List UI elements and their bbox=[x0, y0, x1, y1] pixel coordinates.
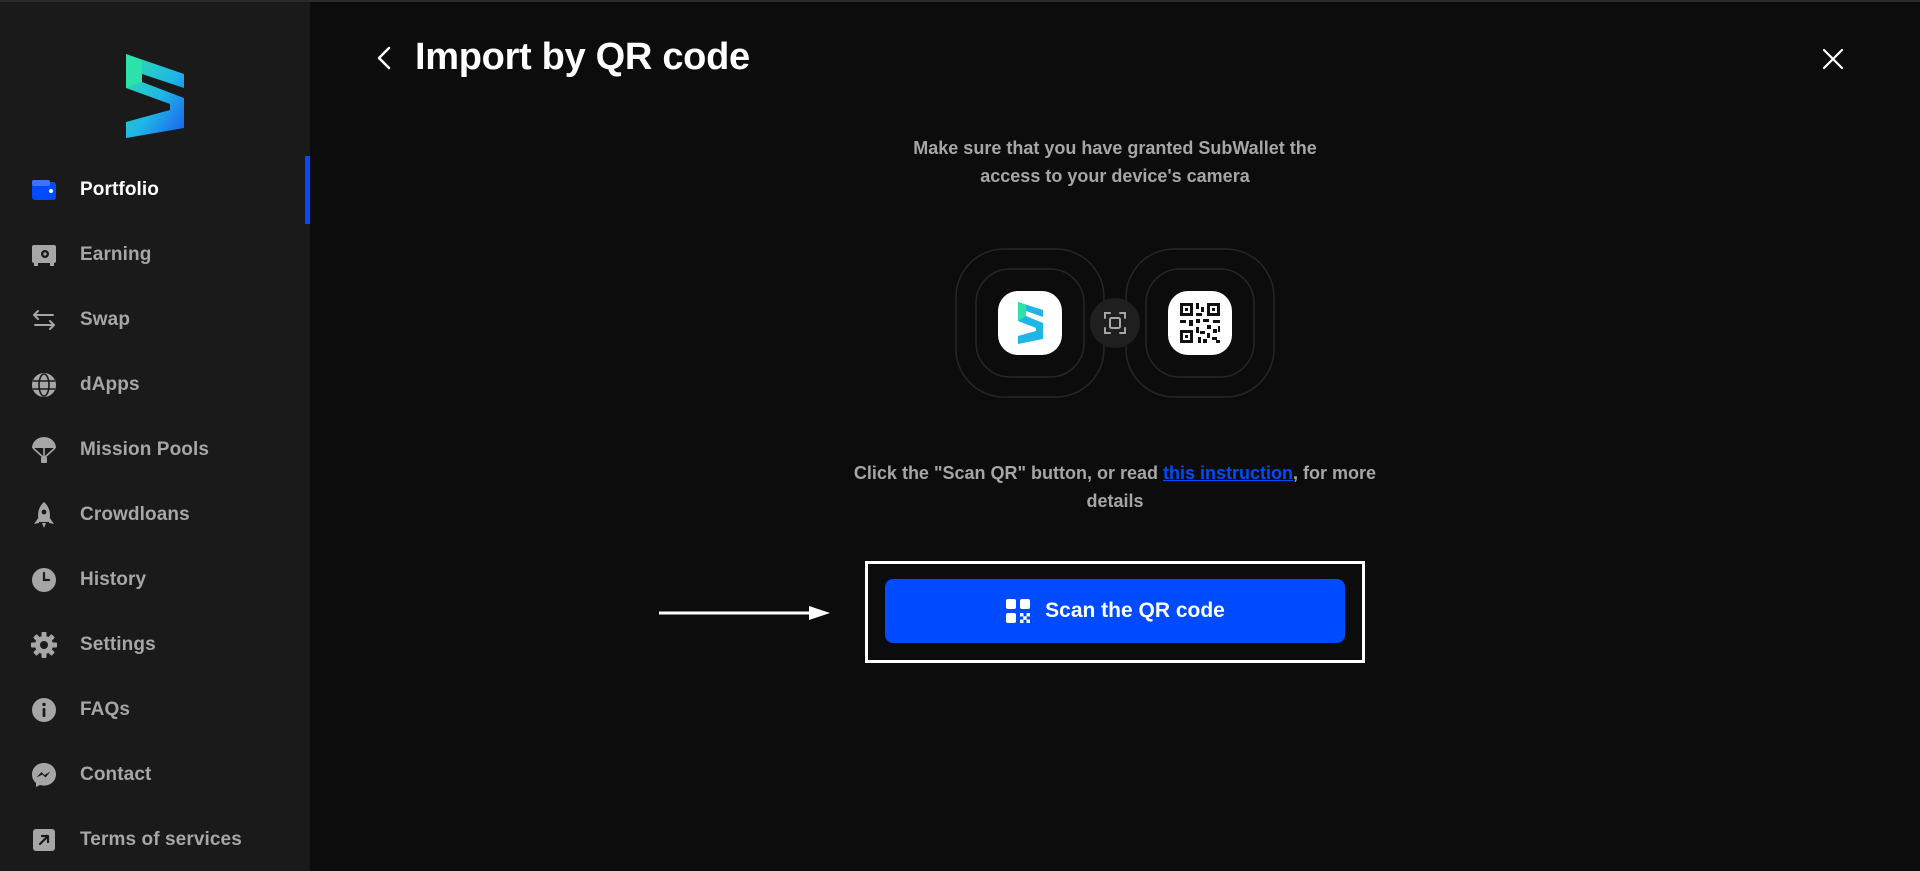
rocket-icon bbox=[30, 501, 58, 529]
sidebar-item-label: History bbox=[80, 568, 147, 590]
qr-code-app-icon bbox=[1168, 291, 1232, 355]
safe-icon bbox=[30, 241, 58, 269]
swap-arrows-icon bbox=[30, 306, 58, 334]
sidebar-item-settings[interactable]: Settings bbox=[0, 612, 310, 677]
subwallet-logo bbox=[126, 54, 184, 138]
scan-instruction-text: Click the "Scan QR" button, or read this… bbox=[853, 463, 1377, 511]
sidebar-item-crowdloans[interactable]: Crowdloans bbox=[0, 482, 310, 547]
messenger-icon bbox=[30, 761, 58, 789]
sidebar: Portfolio Earning Swap dApps Mission Poo bbox=[0, 2, 310, 871]
clock-icon bbox=[30, 566, 58, 594]
qr-scan-illustration bbox=[955, 248, 1275, 398]
sidebar-item-mission-pools[interactable]: Mission Pools bbox=[0, 417, 310, 482]
close-button[interactable] bbox=[1818, 44, 1848, 74]
parachute-icon bbox=[30, 436, 58, 464]
page-title: Import by QR code bbox=[415, 36, 750, 78]
scan-button-label: Scan the QR code bbox=[1045, 599, 1225, 622]
back-button[interactable] bbox=[370, 44, 398, 72]
gear-icon bbox=[30, 631, 58, 659]
main-content: Import by QR code Make sure that you hav… bbox=[310, 2, 1920, 871]
sidebar-item-label: Earning bbox=[80, 243, 152, 265]
subwallet-app-icon bbox=[998, 291, 1062, 355]
close-icon bbox=[1822, 48, 1844, 70]
sidebar-item-contact[interactable]: Contact bbox=[0, 742, 310, 807]
sidebar-item-earning[interactable]: Earning bbox=[0, 222, 310, 287]
sidebar-item-terms-of-services[interactable]: Terms of services bbox=[0, 807, 310, 871]
chevron-left-icon bbox=[377, 46, 391, 70]
sidebar-item-label: Terms of services bbox=[80, 828, 242, 850]
sidebar-item-label: dApps bbox=[80, 373, 140, 395]
sidebar-item-label: Mission Pools bbox=[80, 438, 210, 460]
scan-frame-icon bbox=[1090, 298, 1140, 348]
sidebar-item-label: Swap bbox=[80, 308, 131, 330]
sidebar-item-portfolio[interactable]: Portfolio bbox=[0, 157, 310, 222]
sidebar-item-label: Crowdloans bbox=[80, 503, 190, 525]
sidebar-item-label: Contact bbox=[80, 763, 152, 785]
sidebar-item-label: Settings bbox=[80, 633, 156, 655]
sidebar-item-label: FAQs bbox=[80, 698, 131, 720]
external-link-icon bbox=[30, 826, 58, 854]
sidebar-item-swap[interactable]: Swap bbox=[0, 287, 310, 352]
sidebar-item-dapps[interactable]: dApps bbox=[0, 352, 310, 417]
globe-icon bbox=[30, 371, 58, 399]
wallet-icon bbox=[30, 176, 58, 204]
pointer-arrow-annotation bbox=[659, 606, 830, 620]
sidebar-item-history[interactable]: History bbox=[0, 547, 310, 612]
sidebar-item-faqs[interactable]: FAQs bbox=[0, 677, 310, 742]
qr-code-icon bbox=[1006, 599, 1031, 623]
camera-permission-description: Make sure that you have granted SubWalle… bbox=[913, 138, 1317, 186]
instruction-link[interactable]: this instruction bbox=[1163, 463, 1293, 483]
sidebar-item-label: Portfolio bbox=[80, 178, 159, 200]
app-window: Portfolio Earning Swap dApps Mission Poo bbox=[0, 0, 1920, 871]
scan-qr-code-button[interactable]: Scan the QR code bbox=[885, 579, 1345, 643]
info-icon bbox=[30, 696, 58, 724]
